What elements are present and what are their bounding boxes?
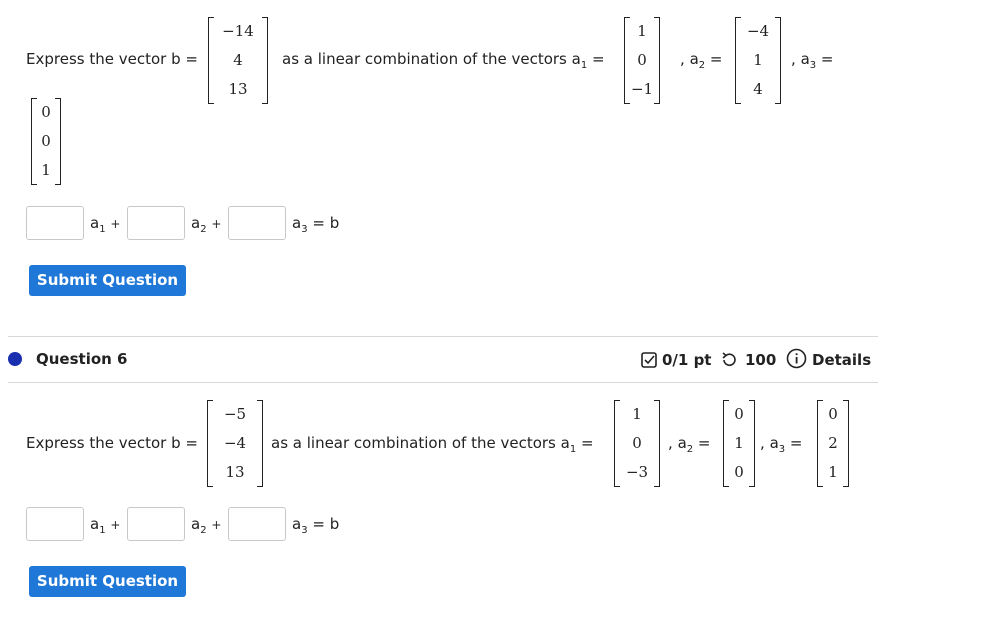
q6-vector-a3: 021 [817,400,849,487]
q6-a2-label: , a2 = [668,434,711,455]
checkbox-score-icon [640,351,658,369]
q6-term-a2: a2 + [191,515,222,536]
q5-vector-b: −14 4 13 [208,17,268,104]
q6-score: 0/1 pt [662,351,712,369]
q6-title: Question 6 [36,350,128,368]
q6-term-a3: a3 = b [292,515,340,536]
q6-prompt-mid: as a linear combination of the vectors a… [271,434,594,455]
info-icon[interactable] [786,348,807,369]
q6-coefficient-3-input[interactable] [228,507,286,541]
retry-icon [720,351,738,369]
q5-a2-label: , a2 = [680,50,723,71]
q5-prompt-mid: as a linear combination of the vectors a… [282,50,605,71]
q6-vector-b: −5 −4 13 [207,400,263,487]
q6-coefficient-2-input[interactable] [127,507,185,541]
q6-term-a1: a1 + [90,515,121,536]
divider [8,382,878,383]
q5-coefficient-3-input[interactable] [228,206,286,240]
q6-submit-button[interactable]: Submit Question [29,566,186,597]
q5-b-entry: −14 [222,22,254,40]
q5-vector-a2: −4 1 4 [735,17,781,104]
q6-attempts: 100 [745,351,777,369]
q5-submit-button[interactable]: Submit Question [29,265,186,296]
q6-prompt-lead: Express the vector b = [26,434,198,452]
q5-coefficient-1-input[interactable] [26,206,84,240]
q5-b-entry: 13 [228,80,248,98]
q5-term-a1: a1 + [90,214,121,235]
divider [8,336,878,337]
q6-vector-a2: 010 [723,400,755,487]
details-link[interactable]: Details [812,351,871,369]
q5-vector-a3: 001 [31,98,61,185]
q5-a3-label: , a3 = [791,50,834,71]
q5-b-entry: 4 [233,51,243,69]
q5-prompt-lead: Express the vector b = [26,50,198,68]
q6-vector-a1: 1 0 −3 [614,400,660,487]
question-status-dot [8,352,22,366]
q5-vector-a1: 1 0 −1 [624,17,660,104]
q5-term-a3: a3 = b [292,214,340,235]
q6-a3-label: , a3 = [760,434,803,455]
q6-coefficient-1-input[interactable] [26,507,84,541]
q5-coefficient-2-input[interactable] [127,206,185,240]
q5-term-a2: a2 + [191,214,222,235]
